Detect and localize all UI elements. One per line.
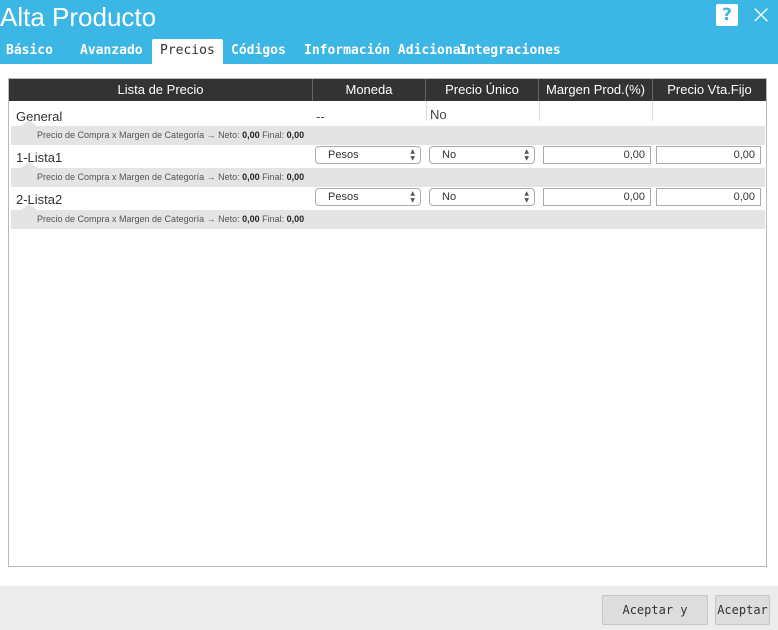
column-header-margen: Margen Prod.(%) [539,79,653,101]
moneda-select[interactable]: Pesos ▲ ▼ [315,146,421,164]
info-text: Precio de Compra x Margen de Categoría →… [37,214,243,224]
info-text: Precio de Compra x Margen de Categoría →… [37,172,243,182]
window-header: Alta Producto ? × Básico Avanzado Precio… [0,0,778,64]
info-final: 0,00 [286,130,305,140]
moneda-selected: Pesos [328,149,359,161]
main-panel: Lista de Precio Moneda Precio Único Marg… [0,64,778,586]
margen-input[interactable]: 0,00 [543,188,651,206]
column-divider [539,101,540,121]
window-title: Alta Producto [0,2,157,32]
precio-unico-selected: No [442,149,457,161]
info-row: Precio de Compra x Margen de Categoría →… [11,162,765,187]
accept-and-new-button[interactable]: Aceptar y Nuevo [602,595,708,625]
price-list-table: Lista de Precio Moneda Precio Único Marg… [8,78,767,567]
precio-unico-value: No [430,107,447,122]
info-neto: 0,00 [242,172,260,182]
updown-arrows-icon: ▲ ▼ [410,148,415,162]
info-row: Precio de Compra x Margen de Categoría →… [11,120,765,145]
moneda-select[interactable]: Pesos ▲ ▼ [315,188,421,206]
precio-unico-select[interactable]: No ▲ ▼ [429,188,535,206]
info-neto: 0,00 [242,214,260,224]
tab-integraciones[interactable]: Integraciones [459,39,561,64]
dialog-footer: Aceptar y Nuevo Aceptar [0,586,778,630]
pointer-arrow-icon [21,162,37,168]
info-row: Precio de Compra x Margen de Categoría →… [11,204,765,229]
column-divider [652,101,653,121]
moneda-value: -- [316,109,325,124]
pointer-arrow-icon [21,204,37,210]
tab-precios[interactable]: Precios [152,39,223,64]
updown-arrows-icon: ▲ ▼ [524,190,529,204]
precio-unico-select[interactable]: No ▲ ▼ [429,146,535,164]
accept-button[interactable]: Aceptar [715,595,770,625]
tab-avanzado[interactable]: Avanzado [80,39,143,64]
table-header: Lista de Precio Moneda Precio Único Marg… [9,79,766,101]
info-text: Precio de Compra x Margen de Categoría →… [37,130,243,140]
column-header-precio-unico: Precio Único [426,79,539,101]
pointer-arrow-icon [21,120,37,126]
info-final: 0,00 [286,214,305,224]
precio-unico-selected: No [442,191,457,203]
info-neto: 0,00 [242,130,260,140]
help-icon[interactable]: ? [716,4,738,26]
info-text: Final: [259,214,287,224]
column-header-lista: Lista de Precio [9,79,313,101]
precio-fijo-input[interactable]: 0,00 [656,146,761,164]
info-text: Final: [259,130,287,140]
updown-arrows-icon: ▲ ▼ [410,190,415,204]
updown-arrows-icon: ▲ ▼ [524,148,529,162]
close-icon[interactable]: × [748,2,774,29]
column-header-moneda: Moneda [313,79,426,101]
moneda-selected: Pesos [328,191,359,203]
info-text: Final: [259,172,287,182]
info-final: 0,00 [286,172,305,182]
margen-input[interactable]: 0,00 [543,146,651,164]
column-header-precio-fijo: Precio Vta.Fijo [667,82,752,97]
tab-basico[interactable]: Básico [6,39,53,64]
column-divider [426,101,427,121]
precio-fijo-input[interactable]: 0,00 [656,188,761,206]
tab-informacion-adicional[interactable]: Información Adicional [304,39,468,64]
tab-codigos[interactable]: Códigos [231,39,286,64]
